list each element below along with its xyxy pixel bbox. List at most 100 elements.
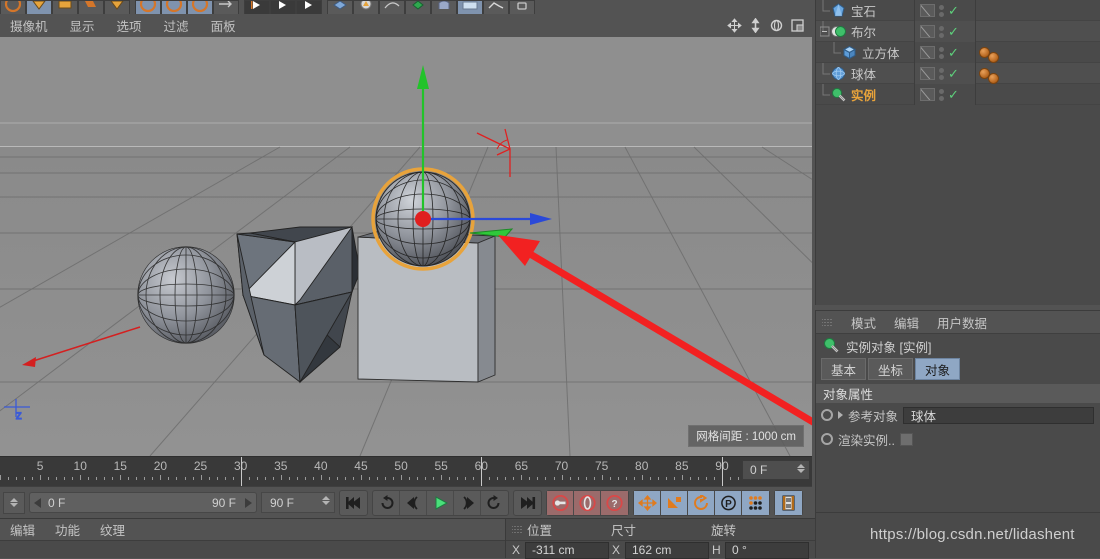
attr-menu-userdata[interactable]: 用户数据 — [937, 313, 987, 332]
point-level-anim-icon[interactable] — [742, 490, 769, 515]
parametric-key-icon[interactable]: P — [715, 490, 742, 515]
object-manager[interactable]: 宝石 ✓ 布尔 ✓ 立方体 ✓ 球体 ✓ 实例 ✓ — [815, 0, 1100, 305]
timeline-strip-icon[interactable] — [775, 490, 802, 515]
tab-coord[interactable]: 坐标 — [868, 358, 914, 380]
viewport-menu-options[interactable]: 选项 — [117, 16, 142, 35]
material-manager[interactable]: 编辑 功能 纹理 — [0, 518, 505, 558]
step-forward-icon[interactable] — [454, 490, 481, 515]
viewport-menu-display[interactable]: 显示 — [70, 16, 95, 35]
current-frame-field[interactable]: 0 F — [742, 460, 810, 480]
dolly-icon[interactable] — [747, 17, 764, 34]
layer-swatch-icon[interactable] — [920, 67, 935, 80]
timeline-ruler[interactable]: 51015202530354045505560657075808590 — [0, 457, 739, 487]
nurbs-icon[interactable] — [379, 0, 405, 14]
object-toggle-columns[interactable]: ✓ — [914, 0, 976, 21]
object-toggle-columns[interactable]: ✓ — [914, 42, 976, 63]
rewind-loop-icon[interactable] — [373, 490, 400, 515]
tree-expander[interactable] — [819, 20, 831, 42]
panel-grip-icon[interactable] — [512, 524, 523, 535]
fillet-icon[interactable] — [104, 0, 130, 14]
chevron-right-icon[interactable] — [838, 411, 843, 419]
layer-swatch-icon[interactable] — [920, 88, 935, 101]
timeline-playhead[interactable] — [721, 457, 723, 487]
attribute-tabs[interactable]: 基本 坐标 对象 — [816, 358, 1100, 380]
end-frame-spinner-icon[interactable] — [322, 496, 330, 505]
viewport[interactable]: 摄像机 显示 选项 过滤 面板 Z 网格间距: 1000 cm — [0, 14, 812, 456]
attribute-manager[interactable]: 模式 编辑 用户数据 实例对象 [实例] 基本 坐标 对象 对象属性 参考对象 … — [815, 310, 1100, 512]
autokey-icon[interactable] — [574, 490, 601, 515]
timeline[interactable]: 51015202530354045505560657075808590 0 F — [0, 456, 812, 487]
visibility-dots-icon[interactable] — [939, 88, 944, 101]
deformer-icon[interactable] — [431, 0, 457, 14]
go-to-start-icon[interactable] — [340, 491, 367, 515]
object-tags[interactable] — [979, 42, 999, 63]
position-x-field[interactable]: -311 cm — [525, 541, 609, 559]
render-icon[interactable] — [509, 0, 535, 14]
array-icon[interactable] — [405, 0, 431, 14]
object-toggle-columns[interactable]: ✓ — [914, 21, 976, 42]
keyframe-help-icon[interactable]: ? — [601, 490, 628, 515]
move-tool-icon[interactable] — [135, 0, 161, 14]
material-menu-function[interactable]: 功能 — [55, 520, 80, 539]
axis-lock-icon[interactable] — [296, 0, 322, 14]
scale-tool-icon[interactable] — [161, 0, 187, 14]
rotation-h-field[interactable]: 0 ° — [725, 541, 809, 559]
range-spinner-icon[interactable] — [3, 491, 25, 514]
enable-check-icon[interactable]: ✓ — [948, 88, 959, 101]
range-left-arrow-icon[interactable] — [34, 497, 41, 508]
timeline-range-slider[interactable]: 0 F 90 F — [29, 492, 257, 513]
light-icon[interactable] — [483, 0, 509, 14]
tab-basic[interactable]: 基本 — [821, 358, 867, 380]
magnet-icon[interactable] — [78, 0, 104, 14]
box-select-icon[interactable] — [52, 0, 78, 14]
scale-key-icon[interactable] — [661, 490, 688, 515]
layer-swatch-icon[interactable] — [920, 46, 935, 59]
visibility-dots-icon[interactable] — [939, 4, 944, 17]
render-instance-checkbox[interactable] — [899, 432, 913, 446]
attr-menu-edit[interactable]: 编辑 — [894, 313, 919, 332]
object-coord-icon[interactable] — [270, 0, 296, 14]
record-key-icon[interactable] — [547, 490, 574, 515]
cube-primitive-icon[interactable] — [327, 0, 353, 14]
animate-radio-icon[interactable] — [821, 409, 833, 421]
visibility-dots-icon[interactable] — [939, 25, 944, 38]
live-select-icon[interactable] — [26, 0, 52, 14]
frame-spinner-icon[interactable] — [797, 464, 805, 473]
tab-object[interactable]: 对象 — [915, 358, 961, 380]
play-icon[interactable] — [427, 490, 454, 515]
timeline-playhead[interactable] — [240, 457, 242, 487]
visibility-dots-icon[interactable] — [939, 46, 944, 59]
pan-icon[interactable] — [726, 17, 743, 34]
enable-check-icon[interactable]: ✓ — [948, 4, 959, 17]
step-back-icon[interactable] — [400, 490, 427, 515]
enable-check-icon[interactable]: ✓ — [948, 25, 959, 38]
spline-icon[interactable] — [353, 0, 379, 14]
object-tags[interactable] — [979, 63, 999, 84]
reference-object-field[interactable]: 球体 — [903, 406, 1094, 424]
table-row[interactable]: 立方体 ✓ — [816, 41, 1100, 63]
axis-tool-icon[interactable] — [213, 0, 239, 14]
table-row[interactable]: 球体 ✓ — [816, 62, 1100, 84]
material-tag-icon[interactable] — [988, 72, 999, 84]
enable-check-icon[interactable]: ✓ — [948, 46, 959, 59]
undo-icon[interactable] — [0, 0, 26, 14]
panel-grip-icon[interactable] — [822, 316, 833, 328]
end-frame-field[interactable]: 90 F — [261, 492, 335, 513]
attr-menu-mode[interactable]: 模式 — [851, 313, 876, 332]
layer-swatch-icon[interactable] — [920, 4, 935, 17]
rotation-key-icon[interactable] — [688, 490, 715, 515]
size-x-field[interactable]: 162 cm — [625, 541, 709, 559]
table-row[interactable]: 布尔 ✓ — [816, 20, 1100, 42]
table-row[interactable]: 宝石 ✓ — [816, 0, 1100, 21]
viewport-canvas[interactable]: Z 网格间距 : 1000 cm — [0, 37, 812, 456]
visibility-dots-icon[interactable] — [939, 67, 944, 80]
viewport-menu-camera[interactable]: 摄像机 — [10, 16, 48, 35]
material-menu-texture[interactable]: 纹理 — [100, 520, 125, 539]
position-key-icon[interactable] — [634, 490, 661, 515]
object-toggle-columns[interactable]: ✓ — [914, 84, 976, 105]
camera-icon[interactable] — [457, 0, 483, 14]
viewport-menu-panel[interactable]: 面板 — [211, 16, 236, 35]
rotate-tool-icon[interactable] — [187, 0, 213, 14]
layer-swatch-icon[interactable] — [920, 25, 935, 38]
world-coord-icon[interactable] — [244, 0, 270, 14]
